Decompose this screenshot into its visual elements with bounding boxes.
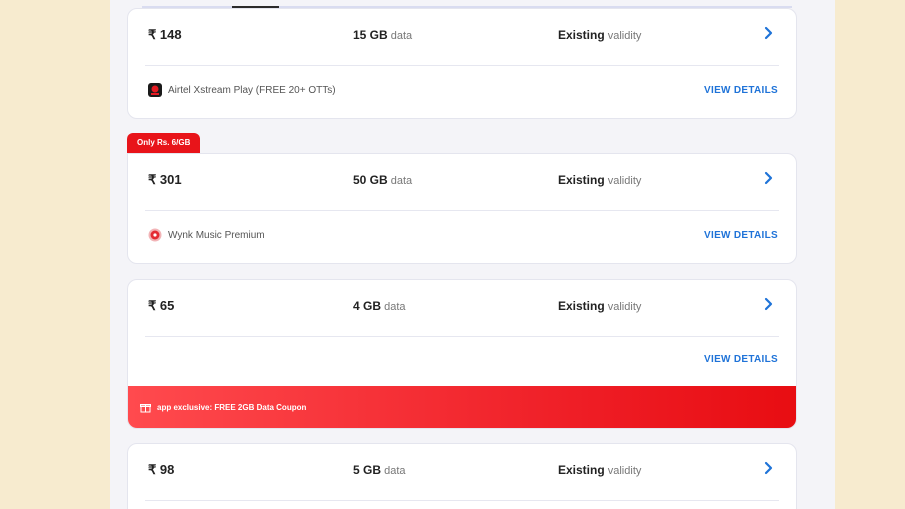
- plan-card-98[interactable]: ₹ 98 5 GB data Existing validity: [127, 443, 797, 509]
- plan-validity: Existing validity: [558, 28, 642, 42]
- promo-tag: Only Rs. 6/GB: [127, 133, 201, 153]
- view-details-link[interactable]: VIEW DETAILS: [704, 85, 778, 96]
- plan-card-301[interactable]: ₹ 301 50 GB data Existing validity Wynk …: [127, 153, 797, 264]
- plan-card-148[interactable]: ₹ 148 15 GB data Existing validity Airte…: [127, 8, 797, 119]
- benefit-label: Wynk Music Premium: [168, 229, 265, 241]
- gift-icon: [140, 403, 151, 412]
- plan-validity: Existing validity: [558, 173, 642, 187]
- plan-price: ₹ 65: [148, 298, 175, 313]
- divider: [145, 500, 779, 501]
- divider: [145, 65, 779, 66]
- plan-data: 4 GB data: [353, 299, 406, 313]
- plan-data: 15 GB data: [353, 28, 413, 42]
- chevron-right-icon[interactable]: [762, 460, 776, 476]
- plan-data: 5 GB data: [353, 463, 406, 477]
- plan-data: 50 GB data: [353, 173, 413, 187]
- plan-summary-row[interactable]: ₹ 148 15 GB data Existing validity: [128, 9, 796, 65]
- plan-summary-row[interactable]: ₹ 98 5 GB data Existing validity: [128, 444, 796, 500]
- banner-label: app exclusive: FREE 2GB Data Coupon: [157, 402, 307, 412]
- benefit-label: Airtel Xstream Play (FREE 20+ OTTs): [168, 84, 336, 96]
- chevron-right-icon[interactable]: [762, 296, 776, 312]
- plan-benefit: Airtel Xstream Play (FREE 20+ OTTs): [148, 83, 336, 97]
- wynk-music-icon: [148, 228, 162, 242]
- view-details-link[interactable]: VIEW DETAILS: [704, 230, 778, 241]
- plan-benefit: Wynk Music Premium: [148, 228, 265, 242]
- plan-summary-row[interactable]: ₹ 301 50 GB data Existing validity: [128, 154, 796, 210]
- view-details-link[interactable]: VIEW DETAILS: [704, 354, 778, 365]
- plan-card-65[interactable]: ₹ 65 4 GB data Existing validity VIEW DE…: [127, 279, 797, 429]
- chevron-right-icon[interactable]: [762, 170, 776, 186]
- plan-validity: Existing validity: [558, 299, 642, 313]
- plan-price: ₹ 301: [148, 172, 182, 187]
- plan-price: ₹ 98: [148, 462, 175, 477]
- divider: [145, 336, 779, 337]
- divider: [145, 210, 779, 211]
- plans-panel: ₹ 148 15 GB data Existing validity Airte…: [110, 0, 835, 509]
- app-exclusive-banner[interactable]: app exclusive: FREE 2GB Data Coupon: [128, 386, 796, 428]
- plan-summary-row[interactable]: ₹ 65 4 GB data Existing validity: [128, 280, 796, 336]
- xstream-play-icon: [148, 83, 162, 97]
- plan-price: ₹ 148: [148, 27, 182, 42]
- chevron-right-icon[interactable]: [762, 25, 776, 41]
- plan-validity: Existing validity: [558, 463, 642, 477]
